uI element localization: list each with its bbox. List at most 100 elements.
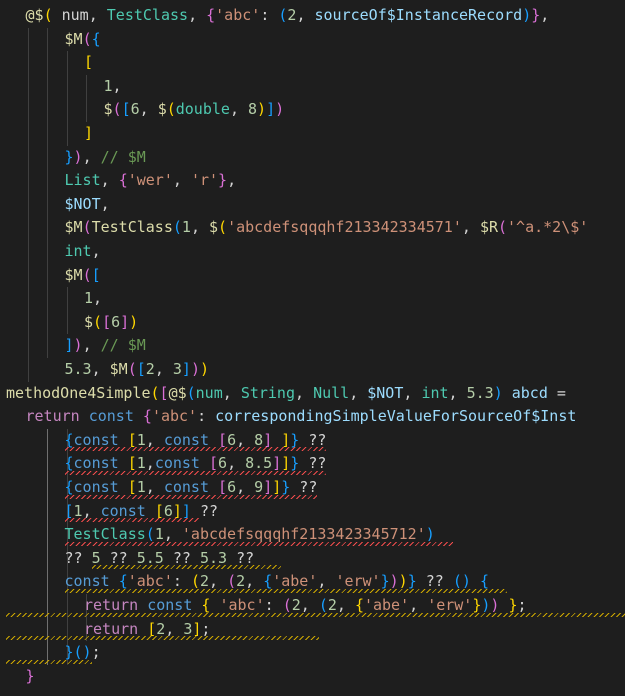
code-token: ) [522,6,532,24]
code-line[interactable]: List, {'wer', 'r'}, [65,169,237,193]
code-token: 'abc' [219,596,265,614]
code-token: return [84,619,139,638]
code-line[interactable]: $M({ [65,28,101,52]
code-line[interactable]: $([6]) [84,311,138,335]
code-token: { [91,29,101,48]
code-token: [ [209,454,219,473]
code-token: const [163,430,209,449]
code-line[interactable]: $([6, $(double, 8)]) [104,98,285,122]
code-token: () [73,643,92,662]
code-token: } [64,147,74,166]
code-token: $R [479,218,498,237]
code-line[interactable]: 1, [84,287,102,311]
code-token: [ [64,501,74,520]
code-token: ( [218,218,228,237]
code-token: ( [227,572,237,591]
code-token: const [88,407,134,426]
code-token: 'r' [190,171,219,190]
code-token: } [64,643,74,662]
code-token: [ [91,265,101,284]
code-token: methodOne4Simple [6,383,151,402]
code-token: , [540,6,550,24]
code-token: ] [263,478,273,496]
code-token: { [354,596,364,614]
code-token: ] [272,454,282,473]
code-token: 6 [218,454,228,473]
code-token: const [73,454,119,473]
code-token: ( [82,265,92,284]
diagnostic-squiggle [6,612,625,617]
code-line[interactable]: 5.3, $M([2, 3])) [65,358,210,382]
diagnostic-squiggle [64,541,453,546]
code-token: 'abc' [151,407,198,426]
code-token: , [295,383,314,402]
code-token: 'wer' [127,171,173,190]
code-token: } [508,596,518,614]
code-line[interactable]: return const {'abc': correspondingSimple… [26,405,577,429]
code-token: ( [43,6,53,24]
code-token: 'abc' [127,572,173,591]
code-token: String [240,383,295,402]
code-token: num, [52,6,107,24]
code-token: 5.3 [466,383,494,402]
code-token: , [100,171,119,190]
code-token: , [209,572,228,591]
code-line[interactable]: [ [84,51,93,75]
code-token: ) [257,100,267,119]
code-line[interactable]: @$( num, TestClass, {'abc': (2, sourceOf… [26,4,550,28]
code-token: $M [64,29,83,48]
code-token: num [195,383,223,402]
code-token: { [118,171,128,190]
code-token: List [64,171,101,190]
code-token: 'abc' [215,6,261,24]
code-token: '^a.*2\$' [507,218,589,237]
code-line[interactable]: ]), // $M [65,334,146,358]
code-token: { [206,6,216,24]
code-token: ; [201,619,211,638]
indent-guide [28,27,29,382]
code-token: 2 [156,619,166,638]
code-token: const [154,454,200,473]
code-token: 8 [254,430,264,449]
code-token: : [172,572,191,591]
code-token: ( [166,100,176,119]
code-token: 1 [73,501,83,520]
code-line[interactable]: $NOT, [65,193,110,217]
code-token: ) [389,572,399,591]
code-token: [ [102,312,112,331]
code-token: 1 [103,76,113,95]
code-line[interactable]: $M(TestClass(1, $('abcdefsqqqhf213342334… [65,216,589,240]
code-token: { [118,572,128,591]
code-token: , [236,478,255,496]
code-line[interactable]: methodOne4Simple([@$(num, String, Null, … [6,382,566,406]
indent-guide [86,74,87,122]
code-token: 2 [291,596,301,614]
code-token: { [64,454,74,473]
code-token: 2 [199,572,209,591]
code-token: @$ [168,383,187,402]
code-editor[interactable]: @$( num, TestClass, {'abc': (2, sourceOf… [0,0,625,696]
code-token: 5 [91,548,101,567]
code-line[interactable]: $M([ [65,264,101,288]
code-line[interactable]: int, [65,240,101,264]
code-line[interactable]: 1, [104,75,122,99]
code-line[interactable]: ] [84,122,93,146]
code-token: ) [73,147,83,166]
code-line[interactable]: }), // $M [65,146,146,170]
diagnostic-squiggle [64,471,327,475]
code-token: = [547,383,566,402]
code-token: , [145,430,164,449]
code-token: abcd [511,383,548,402]
code-token: , [190,218,209,237]
code-token: [ [218,430,228,449]
code-token: 'abe' [272,572,318,591]
code-token: , [236,430,255,449]
code-line[interactable]: } [26,665,35,689]
code-token: [ [147,619,157,638]
code-token: const [100,501,146,520]
code-token: [ [121,100,131,119]
